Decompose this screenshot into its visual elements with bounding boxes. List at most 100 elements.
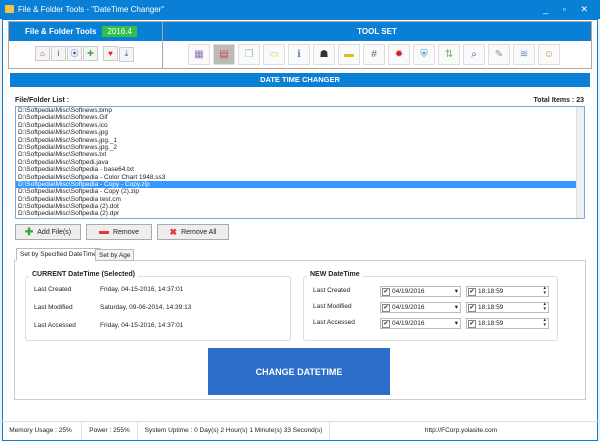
- tool-notes-button[interactable]: ▭: [263, 44, 285, 65]
- remove-button[interactable]: Remove: [86, 224, 152, 240]
- search-icon: ⌕: [471, 49, 477, 60]
- remove-all-label: Remove All: [181, 228, 217, 236]
- tool-file-compare-button[interactable]: ▦: [188, 44, 210, 65]
- website-link[interactable]: http://FCorp.yolasite.com: [330, 422, 592, 440]
- date-value: 04/19/2016: [392, 320, 425, 327]
- tool-copy-button[interactable]: ❐: [238, 44, 260, 65]
- hash-icon: #: [371, 49, 377, 60]
- status-bar: Memory Usage : 25% Power : 255% System U…: [0, 421, 600, 440]
- tool-search-button[interactable]: ⌕: [463, 44, 485, 65]
- filelist-label: File/Folder List :: [15, 97, 70, 104]
- date-checkbox[interactable]: ✔: [382, 320, 390, 328]
- power: Power : 255%: [82, 422, 138, 440]
- current-row-label: Last Accessed: [34, 322, 76, 329]
- date-checkbox[interactable]: ✔: [382, 288, 390, 296]
- pencil-icon: ✎: [494, 49, 504, 60]
- home-button[interactable]: ⌂: [35, 46, 50, 61]
- list-item[interactable]: D:\Softpedia\Misc\Softpedia test.cm: [16, 196, 584, 203]
- tool-info-circle-button[interactable]: ℹ: [288, 44, 310, 65]
- date-picker[interactable]: ✔ 04/19/2016 ▾: [380, 286, 461, 297]
- download-button[interactable]: ⤓: [119, 46, 134, 62]
- date-checkbox[interactable]: ✔: [382, 304, 390, 312]
- shred-icon: ✹: [394, 49, 404, 60]
- list-item[interactable]: D:\Softpedia\Misc\Softpedi.java: [16, 159, 584, 166]
- toolset-buttons: ▦ ▤ ❐ ▭ ℹ ☗ ▬ # ✹ ⛨ ⇅ ⌕ ✎ ≋ ☺: [188, 44, 563, 65]
- minus-icon: [98, 230, 109, 234]
- time-checkbox[interactable]: ✔: [468, 320, 476, 328]
- info-circle-icon: ℹ: [297, 49, 301, 60]
- add-files-button[interactable]: ✚ Add File(s): [15, 224, 81, 240]
- tool-hash-button[interactable]: #: [363, 44, 385, 65]
- time-checkbox[interactable]: ✔: [468, 304, 476, 312]
- time-picker[interactable]: ✔ 18:18:59 ▴ ▾: [466, 318, 549, 329]
- tool-user-lock-button[interactable]: ☺: [538, 44, 560, 65]
- current-row-value: Friday, 04-15-2016, 14:37:01: [100, 322, 184, 329]
- toolset-panel: TOOL SET ▦ ▤ ❐ ▭ ℹ ☗ ▬ # ✹ ⛨ ⇅ ⌕ ✎ ≋ ☺: [162, 21, 592, 69]
- list-item[interactable]: D:\Softpedia\Misc\Softpedia - Copy (2).z…: [16, 188, 584, 195]
- spinner-icon[interactable]: ▴ ▾: [543, 286, 546, 296]
- list-item[interactable]: D:\Softpedia\Misc\Softnews.bmp: [16, 107, 584, 114]
- broadcast-button[interactable]: ⦿: [67, 46, 82, 61]
- current-row-value: Saturday, 09-06-2014, 14:39:13: [100, 304, 192, 311]
- calendar-icon: ▤: [219, 49, 229, 60]
- list-item[interactable]: D:\Softpedia\Misc\Softpedia - Copy - Cop…: [16, 180, 584, 189]
- heart-button[interactable]: ♥: [103, 46, 118, 61]
- add-label: Add File(s): [37, 228, 72, 236]
- new-row-label: Last Accessed: [313, 319, 355, 326]
- copy-icon: ❐: [244, 49, 254, 60]
- chevron-down-icon[interactable]: ▾: [455, 287, 458, 297]
- folder-icon: ▬: [344, 49, 354, 60]
- info-icon: i: [57, 49, 60, 58]
- change-datetime-button[interactable]: CHANGE DATETIME: [208, 348, 390, 395]
- time-value: 18:18:59: [478, 320, 504, 327]
- toolset-header: TOOL SET: [163, 22, 591, 41]
- file-list[interactable]: D:\Softpedia\Misc\Softnews.bmp D:\Softped…: [15, 106, 585, 219]
- broadcast-icon: ⦿: [70, 49, 79, 58]
- tool-document-button[interactable]: ≋: [513, 44, 535, 65]
- list-item[interactable]: D:\Softpedia\Misc\Softnews.Gif: [16, 114, 584, 121]
- tool-calendar-button[interactable]: ▤: [213, 44, 235, 65]
- health-button[interactable]: ✚: [83, 46, 98, 61]
- time-value: 18:18:59: [478, 288, 504, 295]
- time-checkbox[interactable]: ✔: [468, 288, 476, 296]
- list-item[interactable]: D:\Softpedia\Misc\Softpedia - Color Char…: [16, 174, 584, 181]
- list-item[interactable]: D:\Softpedia\Misc\Softnews.jpg: [16, 129, 584, 136]
- remove-label: Remove: [112, 228, 140, 236]
- tab-set-by-age[interactable]: Set by Age: [95, 249, 135, 261]
- home-icon: ⌂: [40, 49, 45, 58]
- tool-folder-button[interactable]: ▬: [338, 44, 360, 65]
- app-icon: [5, 5, 14, 13]
- current-row-label: Last Modified: [34, 304, 73, 311]
- list-item[interactable]: D:\Softpedia\Misc\Softpedia - base64.txt: [16, 166, 584, 173]
- tab-specified-datetime[interactable]: Set by Specified DateTime: [16, 248, 101, 261]
- time-picker[interactable]: ✔ 18:18:59 ▴ ▾: [466, 286, 549, 297]
- date-picker[interactable]: ✔ 04/19/2016 ▾: [380, 318, 461, 329]
- info-button[interactable]: i: [51, 46, 66, 61]
- list-item[interactable]: D:\Softpedia\Misc\Softpedia (2).dpr: [16, 210, 584, 217]
- spinner-icon[interactable]: ▴ ▾: [543, 302, 546, 312]
- new-title: NEW DateTime: [307, 271, 363, 278]
- remove-all-button[interactable]: ✖ Remove All: [157, 224, 229, 240]
- date-picker[interactable]: ✔ 04/19/2016 ▾: [380, 302, 461, 313]
- new-row-label: Last Modified: [313, 303, 352, 310]
- tool-shield-button[interactable]: ⛨: [413, 44, 435, 65]
- list-item[interactable]: D:\Softpedia\Misc\Softnews.jpg._2: [16, 144, 584, 151]
- memory-usage: Memory Usage : 25%: [0, 422, 82, 440]
- chevron-down-icon[interactable]: ▾: [455, 319, 458, 329]
- spinner-icon[interactable]: ▴ ▾: [543, 318, 546, 328]
- tool-bug-button[interactable]: ☗: [313, 44, 335, 65]
- brand-name: File & Folder Tools: [25, 27, 97, 36]
- chevron-down-icon[interactable]: ▾: [455, 303, 458, 313]
- list-item[interactable]: D:\Softpedia\Misc\Softnews.ico: [16, 122, 584, 129]
- list-item[interactable]: D:\Softpedia\Misc\Softnews.jpg._1: [16, 137, 584, 144]
- list-item[interactable]: D:\Softpedia\Misc\Softnews.txt: [16, 151, 584, 158]
- current-row-value: Friday, 04-15-2016, 14:37:01: [100, 286, 184, 293]
- new-row-label: Last Created: [313, 287, 351, 294]
- tool-shred-button[interactable]: ✹: [388, 44, 410, 65]
- tool-transfer-button[interactable]: ⇅: [438, 44, 460, 65]
- scrollbar[interactable]: [576, 107, 584, 218]
- time-picker[interactable]: ✔ 18:18:59 ▴ ▾: [466, 302, 549, 313]
- tool-pencil-button[interactable]: ✎: [488, 44, 510, 65]
- window-controls[interactable]: _ ▫ ✕: [543, 0, 594, 19]
- list-item[interactable]: D:\Softpedia\Misc\Softpedia (2).dot: [16, 203, 584, 210]
